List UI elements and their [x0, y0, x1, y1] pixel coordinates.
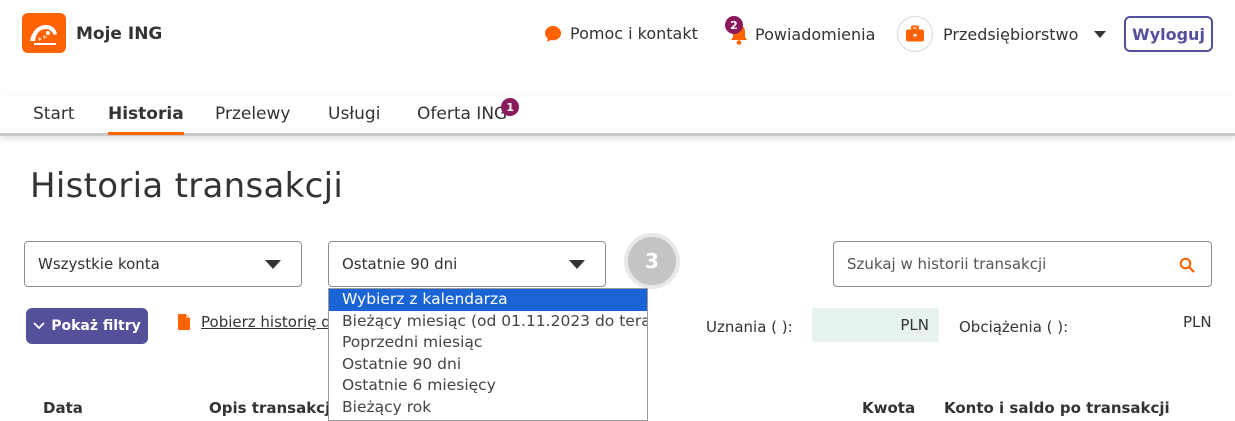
period-select[interactable]: Ostatnie 90 dni	[328, 241, 606, 287]
period-option-last-6-months[interactable]: Ostatnie 6 miesięcy	[329, 375, 647, 397]
dropdown-arrow-icon	[569, 260, 585, 269]
tab-uslugi[interactable]: Usługi	[328, 104, 380, 132]
download-history-link[interactable]: Pobierz historię do	[177, 313, 340, 331]
tab-przelewy[interactable]: Przelewy	[215, 104, 290, 132]
tab-oferta-ing[interactable]: Oferta ING 1	[417, 98, 520, 132]
chevron-down-icon	[33, 322, 45, 330]
credits-amount: PLN	[812, 308, 939, 342]
download-history-label: Pobierz historię do	[201, 313, 340, 331]
period-select-value: Ostatnie 90 dni	[342, 255, 458, 273]
offer-badge: 1	[501, 98, 520, 116]
period-option-current-year[interactable]: Bieżący rok	[329, 397, 647, 419]
search-icon[interactable]	[1179, 257, 1195, 273]
column-header-description[interactable]: Opis transakcji	[209, 399, 335, 417]
notifications-link[interactable]: 2 Powiadomienia	[725, 16, 876, 46]
top-bar: Moje ING Pomoc i kontakt 2 Powiadomienia…	[0, 0, 1235, 80]
chat-bubble-icon	[545, 25, 561, 42]
lion-icon	[30, 25, 57, 45]
column-header-amount[interactable]: Kwota	[862, 399, 915, 417]
document-icon	[178, 314, 190, 330]
briefcase-icon	[897, 16, 933, 52]
period-dropdown-list: Wybierz z kalendarza Bieżący miesiąc (od…	[328, 288, 648, 421]
help-contact-link[interactable]: Pomoc i kontakt	[544, 24, 698, 43]
search-input[interactable]	[847, 255, 1157, 273]
show-filters-label: Pokaż filtry	[51, 318, 141, 334]
main-nav: Start Historia Przelewy Usługi Oferta IN…	[0, 96, 1235, 136]
column-header-date[interactable]: Data	[43, 399, 83, 417]
company-switcher[interactable]: Przedsiębiorstwo	[897, 16, 1107, 52]
credits-label: Uznania ( ):	[706, 318, 793, 336]
app-title: Moje ING	[76, 24, 163, 44]
notifications-label: Powiadomienia	[755, 24, 876, 44]
tab-historia[interactable]: Historia	[108, 104, 184, 135]
company-label: Przedsiębiorstwo	[943, 24, 1079, 44]
dropdown-arrow-icon	[265, 260, 281, 269]
credits-currency: PLN	[900, 316, 929, 334]
accounts-select-value: Wszystkie konta	[38, 255, 160, 273]
page-title: Historia transakcji	[30, 166, 344, 206]
column-header-account-balance[interactable]: Konto i saldo po transakcji	[944, 399, 1170, 417]
period-option-last-90-days[interactable]: Ostatnie 90 dni	[329, 354, 647, 376]
bell-icon: 2	[725, 16, 749, 46]
debits-currency: PLN	[1183, 313, 1212, 331]
ing-lion-logo[interactable]	[22, 13, 66, 53]
tab-oferta-label: Oferta ING	[417, 104, 508, 124]
period-option-current-month[interactable]: Bieżący miesiąc (od 01.11.2023 do teraz)	[329, 311, 647, 333]
tab-start[interactable]: Start	[33, 104, 75, 132]
caret-down-icon	[1094, 30, 1107, 38]
accounts-select[interactable]: Wszystkie konta	[24, 241, 302, 287]
period-option-previous-month[interactable]: Poprzedni miesiąc	[329, 332, 647, 354]
search-field[interactable]	[833, 241, 1212, 287]
show-filters-button[interactable]: Pokaż filtry	[26, 308, 148, 344]
period-option-calendar[interactable]: Wybierz z kalendarza	[329, 289, 647, 311]
debits-label: Obciążenia ( ):	[959, 318, 1069, 336]
logout-button[interactable]: Wyloguj	[1124, 16, 1213, 52]
notifications-badge: 2	[725, 16, 743, 34]
help-label: Pomoc i kontakt	[570, 24, 698, 43]
step-marker: 3	[624, 233, 680, 289]
